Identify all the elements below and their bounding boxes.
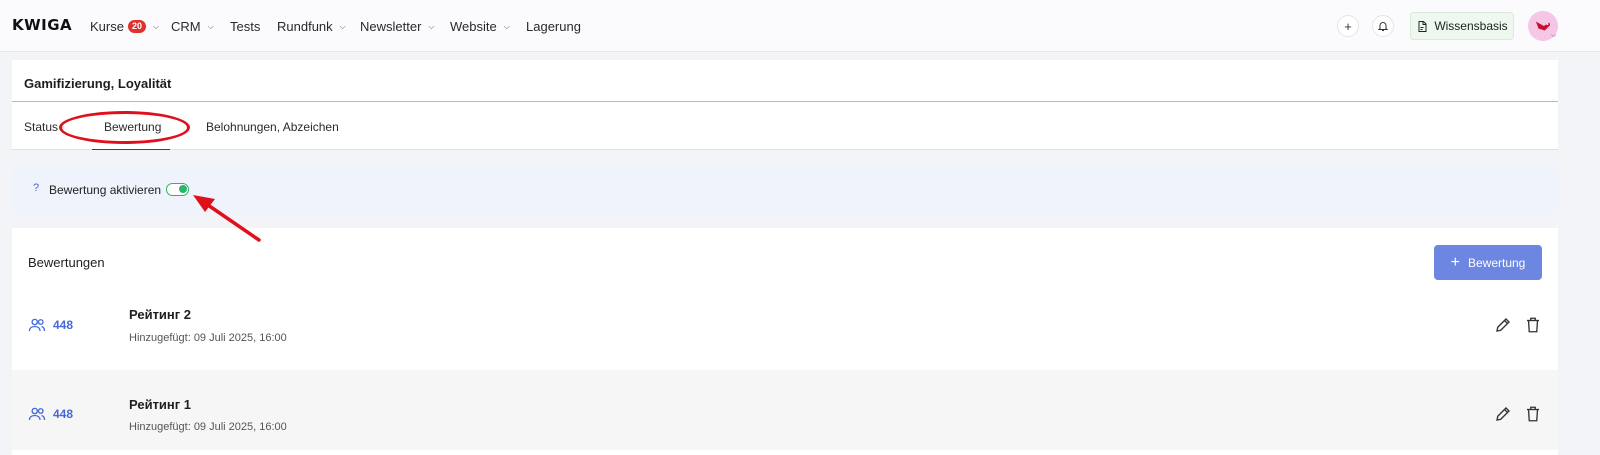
nav-kurse[interactable]: Kurse 20 ⌵: [90, 19, 159, 34]
knowledge-base-button[interactable]: Wissensbasis: [1410, 12, 1514, 40]
pencil-icon[interactable]: [1494, 316, 1512, 334]
rating-added-date: Hinzugefügt: 09 Juli 2025, 16:00: [129, 332, 287, 344]
nav-website-label: Website: [450, 19, 497, 34]
add-button[interactable]: +: [1337, 15, 1359, 37]
participant-count: 448: [53, 318, 74, 332]
nav-newsletter-label: Newsletter: [360, 19, 422, 34]
help-icon[interactable]: ?: [33, 182, 39, 194]
rating-enable-toggle[interactable]: [166, 183, 189, 196]
avatar-chevron-down-icon[interactable]: ⌵: [1551, 32, 1556, 40]
nav-rundfunk-label: Rundfunk: [277, 19, 333, 34]
toggle-knob: [179, 185, 187, 193]
rating-participants[interactable]: 448: [28, 407, 73, 421]
rating-added-date: Hinzugefügt: 09 Juli 2025, 16:00: [129, 421, 287, 433]
participant-count: 448: [53, 407, 74, 421]
top-navigation-bar: KWIGA Kurse 20 ⌵ CRM ⌵ Tests Rundfunk ⌵ …: [0, 0, 1600, 52]
annotation-circle: [59, 111, 190, 144]
trash-icon[interactable]: [1524, 405, 1542, 423]
page-title: Gamifizierung, Loyalität: [24, 76, 172, 91]
ratings-list-card: Bewertungen + Bewertung 448 Рейтинг 2 Hi…: [12, 228, 1558, 455]
nav-newsletter[interactable]: Newsletter ⌵: [360, 19, 435, 34]
gamification-panel: Gamifizierung, Loyalität Status Bewertun…: [12, 60, 1558, 150]
document-icon: [1418, 20, 1427, 32]
rating-participants[interactable]: 448: [28, 318, 73, 332]
ratings-section-title: Bewertungen: [28, 255, 105, 270]
tab-status[interactable]: Status: [24, 120, 58, 134]
nav-rundfunk[interactable]: Rundfunk ⌵: [277, 19, 346, 34]
nav-tests-label: Tests: [230, 19, 261, 34]
chevron-down-icon: ⌵: [152, 21, 160, 31]
kurse-count-badge: 20: [127, 20, 146, 33]
nav-website[interactable]: Website ⌵: [450, 19, 510, 34]
notifications-button[interactable]: [1372, 15, 1394, 37]
add-rating-label: Bewertung: [1467, 255, 1526, 270]
rating-name: Рейтинг 2: [129, 307, 192, 322]
tab-belohnungen-abzeichen[interactable]: Belohnungen, Abzeichen: [206, 120, 339, 134]
nav-lagerung[interactable]: Lagerung: [526, 19, 581, 34]
pencil-icon[interactable]: [1494, 405, 1512, 423]
nav-crm[interactable]: CRM ⌵: [171, 19, 214, 34]
active-tab-indicator: [92, 149, 170, 150]
chevron-down-icon: ⌵: [428, 21, 435, 31]
title-divider: [12, 101, 1558, 102]
nav-tests[interactable]: Tests: [230, 19, 260, 34]
add-rating-button[interactable]: + Bewertung: [1434, 245, 1542, 280]
kwiga-logo[interactable]: KWIGA: [12, 16, 72, 34]
plus-icon: +: [1450, 253, 1460, 271]
users-icon: [28, 407, 46, 421]
chevron-down-icon: ⌵: [207, 21, 214, 31]
bell-icon: [1377, 22, 1389, 31]
rating-name: Рейтинг 1: [129, 397, 192, 412]
bird-avatar-icon: [1535, 21, 1551, 31]
users-icon: [28, 318, 46, 332]
rating-row[interactable]: 448 Рейтинг 1 Hinzugefügt: 09 Juli 2025,…: [12, 370, 1558, 450]
nav-kurse-label: Kurse: [90, 19, 124, 34]
chevron-down-icon: ⌵: [503, 21, 510, 31]
knowledge-base-label: Wissensbasis: [1434, 19, 1508, 33]
nav-lagerung-label: Lagerung: [526, 19, 581, 34]
chevron-down-icon: ⌵: [339, 21, 346, 31]
rating-toggle-label: Bewertung aktivieren: [49, 183, 162, 197]
trash-icon[interactable]: [1524, 316, 1542, 334]
rating-toggle-card: ? Bewertung aktivieren: [12, 166, 1558, 214]
nav-crm-label: CRM: [171, 19, 201, 34]
rating-row[interactable]: 448 Рейтинг 2 Hinzugefügt: 09 Juli 2025,…: [12, 285, 1558, 365]
plus-icon: +: [1344, 18, 1352, 34]
